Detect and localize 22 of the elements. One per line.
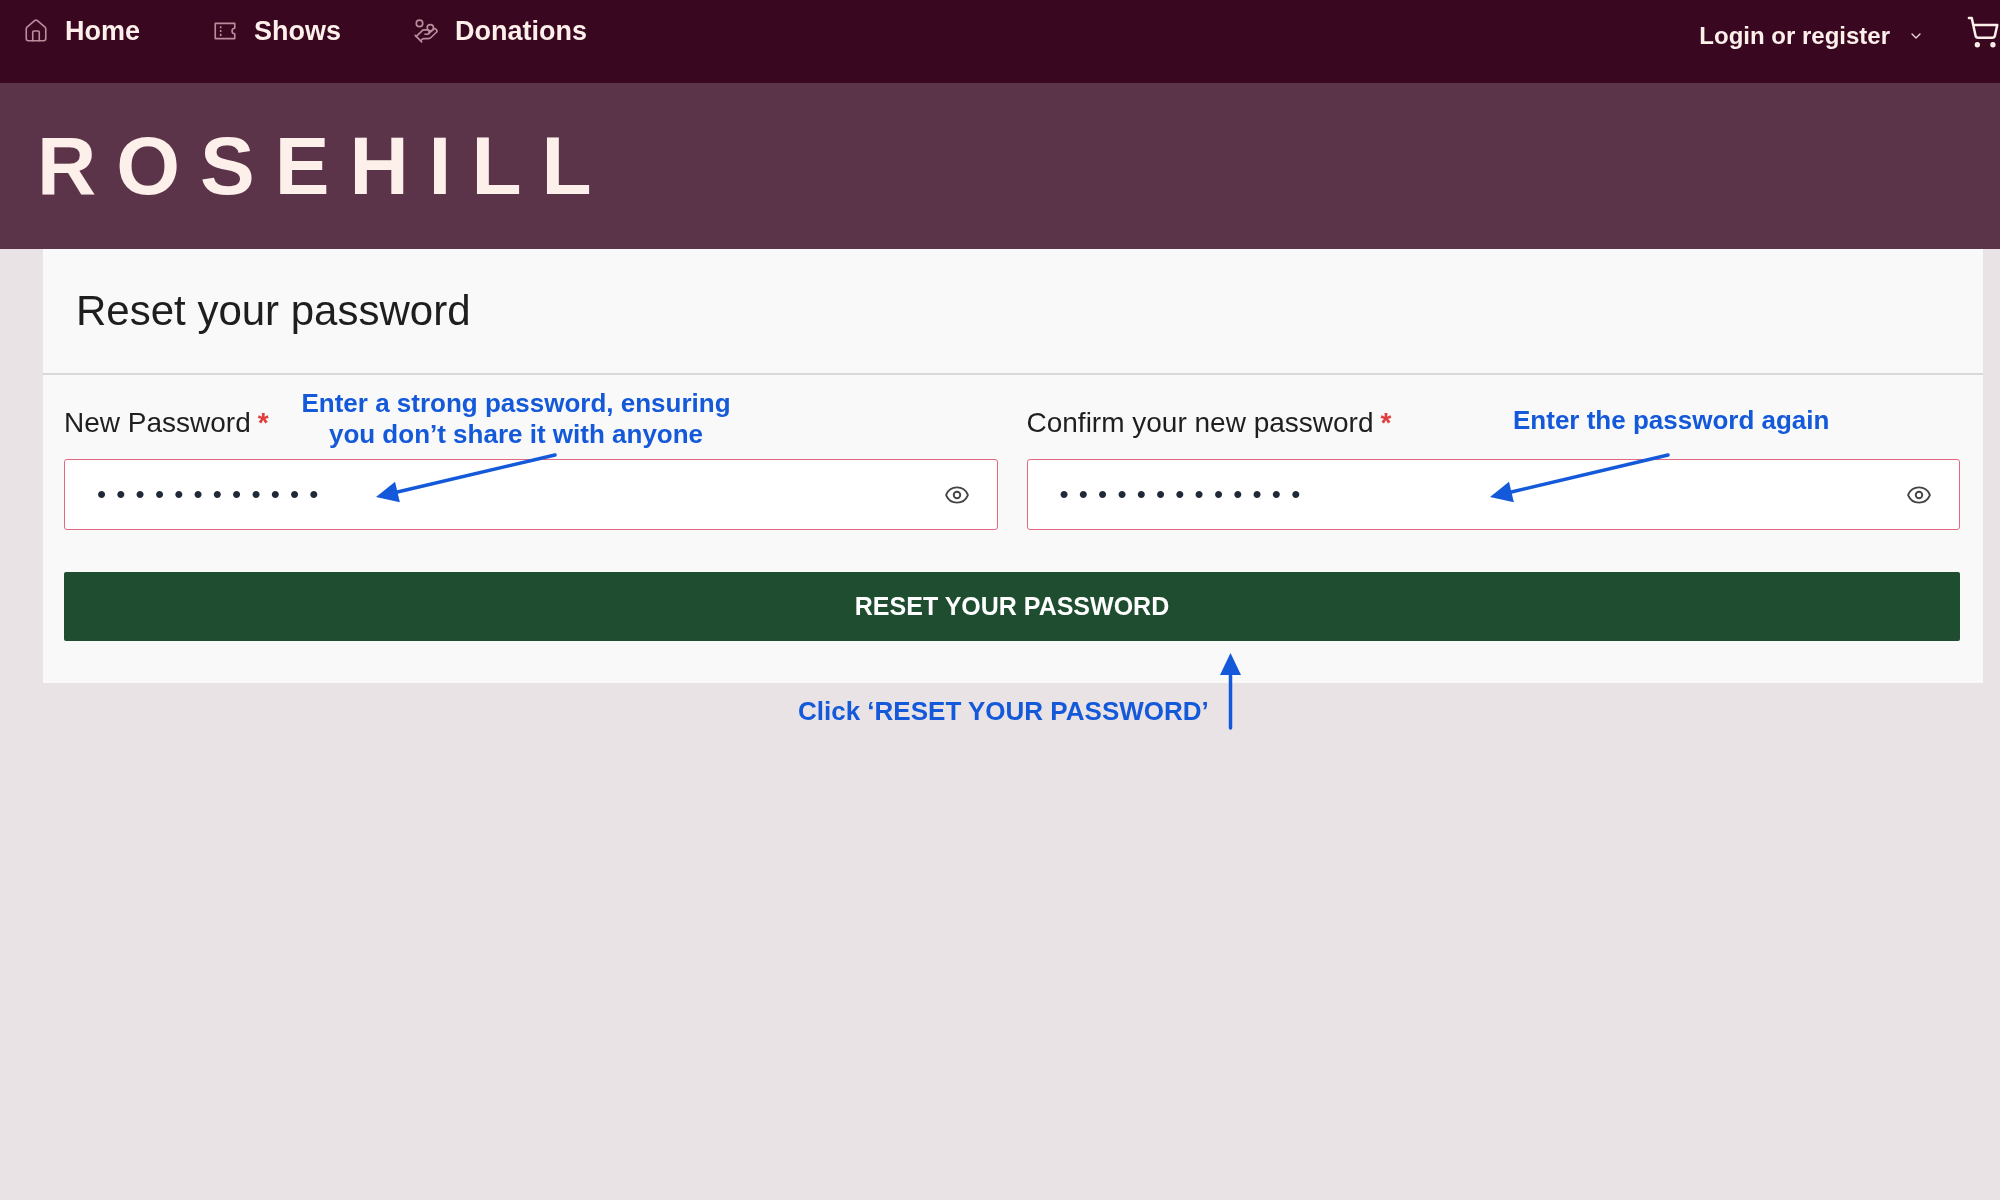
reset-password-button[interactable]: RESET YOUR PASSWORD (64, 572, 1960, 641)
arrow-icon (374, 453, 557, 505)
hand-coin-icon (413, 18, 440, 44)
annotation-text: Click ‘RESET YOUR PASSWORD’ (798, 696, 1209, 727)
annotation-text: Enter the password again (1513, 405, 1830, 436)
password-field[interactable]: •••••••••••• (64, 459, 998, 530)
annotation-text: Enter a strong password, ensuring you don’t share it with anyone (300, 388, 732, 450)
brand-logo: ROSEHILL (37, 125, 612, 207)
field-label: New Password (64, 406, 251, 440)
field-label: Confirm your new password (1026, 406, 1374, 440)
arrow-icon (1217, 651, 1243, 730)
cart-icon[interactable] (1966, 15, 2000, 49)
nav-link[interactable]: Shows (212, 14, 342, 48)
account-menu-button[interactable]: Login or register (1699, 19, 1924, 53)
page-title: Reset your password (76, 287, 471, 335)
required-mark: * (1380, 406, 1392, 440)
arrow-icon (1488, 453, 1670, 505)
house-icon (23, 18, 49, 44)
nav-link[interactable]: Home (23, 14, 140, 48)
nav-link[interactable]: Donations (413, 14, 588, 48)
password-field[interactable]: ••••••••••••• (1026, 459, 1960, 530)
required-mark: * (257, 406, 269, 440)
